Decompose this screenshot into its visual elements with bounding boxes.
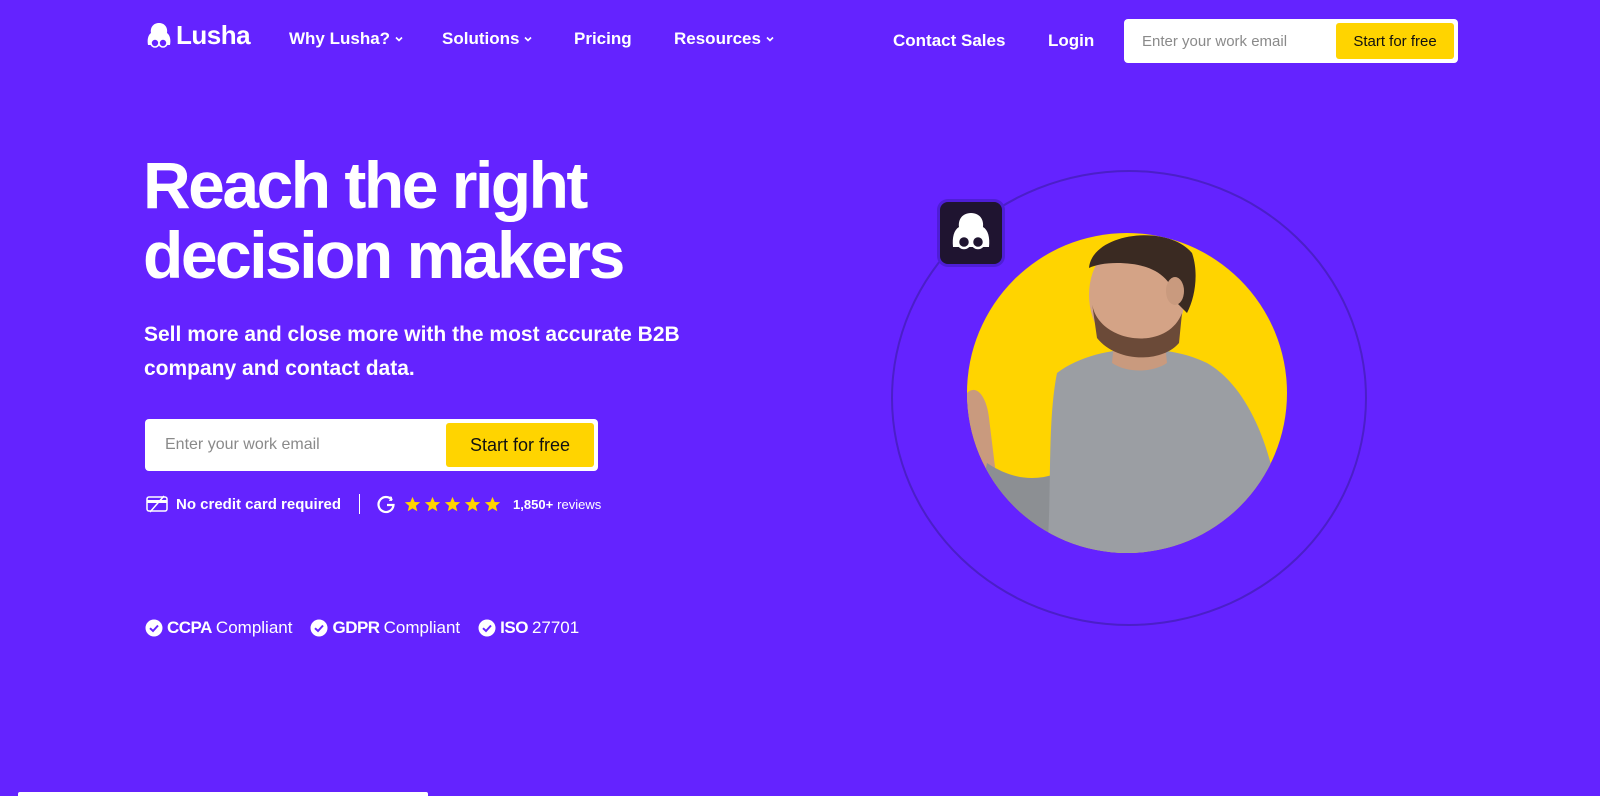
bottom-scroll-indicator — [18, 792, 428, 796]
person-illustration — [967, 235, 1287, 553]
lusha-app-badge — [940, 202, 1002, 264]
page: Lusha Why Lusha? Solutions Pricing Resou… — [0, 0, 1600, 796]
nav-start-free-button[interactable]: Start for free — [1336, 23, 1454, 59]
star-icon — [444, 496, 461, 511]
hero-email-input[interactable] — [165, 419, 435, 471]
star-icon — [404, 496, 421, 511]
nav-solutions[interactable]: Solutions — [442, 29, 533, 49]
nav-signup-form: Start for free — [1124, 19, 1458, 63]
lusha-logo-icon — [952, 213, 990, 250]
trust-row: No credit card required 2 1,850+ reviews — [146, 494, 601, 514]
iso-label: ISO — [500, 618, 528, 637]
gdpr-sublabel: Compliant — [383, 618, 461, 637]
star-icon — [424, 496, 441, 511]
trust-divider — [359, 494, 361, 514]
no-credit-card-text: No credit card required — [176, 495, 342, 513]
hero-signup-form: Start for free — [145, 419, 598, 471]
nav-email-input[interactable] — [1142, 19, 1332, 63]
iso-sublabel: 27701 — [531, 618, 580, 637]
star-icon — [484, 496, 501, 511]
hero-title-line1: Reach the right — [143, 148, 588, 222]
rating-stars — [404, 496, 501, 513]
lusha-logo-icon — [147, 22, 171, 48]
hero-title: Reach the right decision makers — [143, 150, 763, 290]
compliance-badges: CCPA Compliant GDPR Compliant ISO 27701 — [145, 618, 579, 638]
check-circle-icon — [310, 619, 328, 637]
hero-title-line2: decision makers — [143, 218, 625, 292]
ccpa-badge: CCPA Compliant — [145, 618, 292, 638]
ccpa-sublabel: Compliant — [215, 618, 293, 637]
hero-subtitle-line1: Sell more and close more with the most a… — [144, 323, 680, 346]
reviews-count: 1,850+ — [513, 496, 554, 512]
nav-resources-label: Resources — [674, 29, 761, 48]
chevron-down-icon — [395, 36, 403, 42]
nav-solutions-label: Solutions — [442, 29, 520, 48]
gdpr-label: GDPR — [332, 618, 380, 637]
ccpa-label: CCPA — [167, 618, 212, 637]
credit-card-icon — [146, 495, 168, 513]
hero-start-free-button[interactable]: Start for free — [446, 423, 594, 467]
contact-sales-link[interactable]: Contact Sales — [893, 31, 1005, 51]
nav-pricing-label: Pricing — [574, 29, 632, 48]
login-link[interactable]: Login — [1048, 31, 1094, 51]
gdpr-badge: GDPR Compliant — [310, 618, 460, 638]
svg-text:2: 2 — [389, 497, 393, 503]
nav-why-lusha[interactable]: Why Lusha? — [289, 29, 404, 49]
star-icon — [464, 496, 481, 511]
nav-resources[interactable]: Resources — [674, 29, 775, 49]
iso-badge: ISO 27701 — [478, 618, 579, 638]
hero-person-image — [967, 233, 1287, 553]
hero-subtitle-line2: company and contact data. — [144, 357, 415, 380]
top-nav: Lusha Why Lusha? Solutions Pricing Resou… — [0, 0, 1600, 82]
check-circle-icon — [478, 619, 496, 637]
check-circle-icon — [145, 619, 163, 637]
g2-logo-icon: 2 — [377, 495, 395, 514]
logo-text: Lusha — [176, 20, 251, 50]
nav-why-lusha-label: Why Lusha? — [289, 29, 391, 48]
lusha-logo[interactable]: Lusha — [146, 20, 251, 51]
chevron-down-icon — [766, 36, 774, 42]
hero-subtitle: Sell more and close more with the most a… — [144, 318, 704, 386]
nav-pricing[interactable]: Pricing — [574, 29, 632, 49]
reviews-label: reviews — [557, 496, 602, 512]
chevron-down-icon — [524, 36, 533, 42]
